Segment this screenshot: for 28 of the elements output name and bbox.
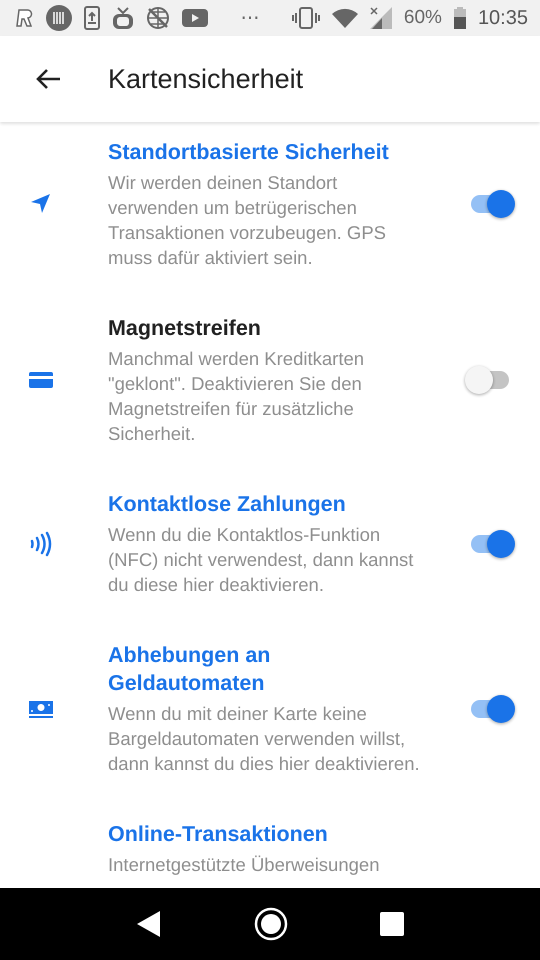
barcode-icon <box>46 5 72 31</box>
signal-icon <box>370 7 392 29</box>
app-logo-icon <box>16 8 34 28</box>
setting-title: Kontaktlose Zahlungen <box>108 491 347 518</box>
setting-description: Internetgestützte Überweisungen <box>108 853 381 877</box>
tv-icon <box>112 6 134 30</box>
battery-percent: 60% <box>404 7 442 29</box>
setting-description: Wenn du mit deiner Karte keine Bargeldautomaten verwenden willst, dann kannst du dies hier deaktivieren. <box>108 702 421 776</box>
battery-icon <box>454 7 466 29</box>
setting-title: Online-Transaktionen <box>108 821 329 848</box>
video-icon <box>182 8 208 28</box>
setting-title: Standortbasierte Sicherheit <box>108 139 390 166</box>
contactless-icon <box>28 530 54 556</box>
clock-time: 10:35 <box>478 6 528 30</box>
setting-description: Manchmal werden Kreditkarten "geklont". Deaktivieren Sie den Magnetstreifen für zusätzliche Sicherheit. <box>108 347 366 446</box>
setting-description: Wir werden deinen Standort verwenden um betrügerischen Transaktionen vorzubeugen. GPS muss dafür aktiviert sein. <box>108 171 388 270</box>
globe-off-icon <box>146 6 170 30</box>
screen-title: Kartensicherheit <box>108 64 304 94</box>
setting-title: Abhebungen an Geldautomaten <box>108 642 272 697</box>
wifi-icon <box>332 8 358 28</box>
back-arrow-icon[interactable] <box>35 68 61 90</box>
phone-upload-icon <box>84 6 100 30</box>
vibrate-icon <box>292 7 320 29</box>
setting-title: Magnetstreifen <box>108 315 262 342</box>
setting-description: Wenn du die Kontaktlos-Funktion (NFC) nicht verwendest, dann kannst du diese hier deaktivieren. <box>108 523 414 597</box>
back-icon[interactable] <box>136 910 162 938</box>
more-notifications-icon: ⋯ <box>240 6 260 30</box>
home-icon[interactable] <box>254 907 288 941</box>
